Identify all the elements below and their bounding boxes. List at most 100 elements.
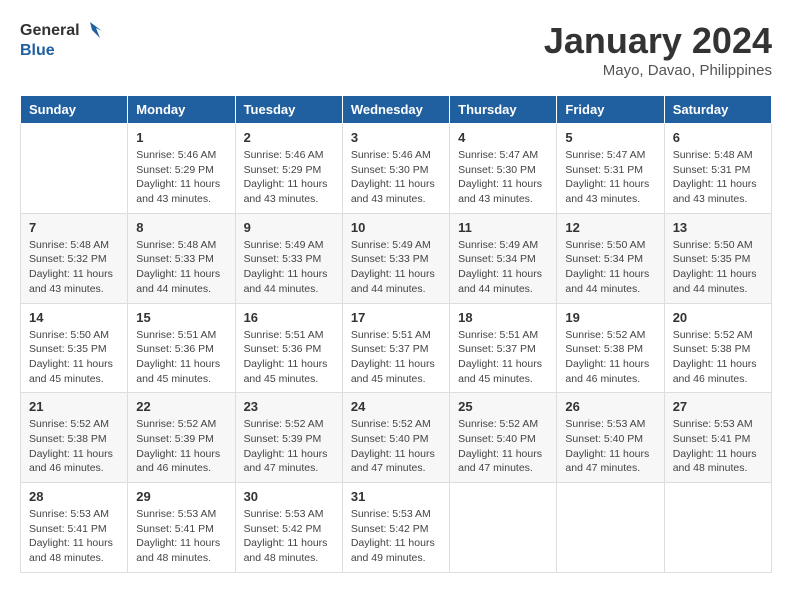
day-number: 8 [136, 220, 226, 235]
day-detail: Sunrise: 5:50 AMSunset: 5:35 PMDaylight:… [673, 238, 763, 297]
day-number: 22 [136, 399, 226, 414]
day-detail: Sunrise: 5:51 AMSunset: 5:36 PMDaylight:… [244, 328, 334, 387]
day-detail: Sunrise: 5:49 AMSunset: 5:34 PMDaylight:… [458, 238, 548, 297]
day-cell: 18 Sunrise: 5:51 AMSunset: 5:37 PMDayligh… [450, 303, 557, 393]
day-detail: Sunrise: 5:46 AMSunset: 5:29 PMDaylight:… [136, 148, 226, 207]
day-cell: 7 Sunrise: 5:48 AMSunset: 5:32 PMDaylight… [21, 213, 128, 303]
day-number: 26 [565, 399, 655, 414]
week-row-3: 14 Sunrise: 5:50 AMSunset: 5:35 PMDayligh… [21, 303, 772, 393]
day-cell: 21Sunrise: 5:52 AMSunset: 5:38 PMDayligh… [21, 393, 128, 483]
week-row-1: 1Sunrise: 5:46 AMSunset: 5:29 PMDaylight… [21, 124, 772, 214]
week-row-2: 7 Sunrise: 5:48 AMSunset: 5:32 PMDaylight… [21, 213, 772, 303]
day-detail: Sunrise: 5:49 AMSunset: 5:33 PMDaylight:… [244, 238, 334, 297]
day-cell: 27Sunrise: 5:53 AMSunset: 5:41 PMDayligh… [664, 393, 771, 483]
day-number: 14 [29, 310, 119, 325]
day-detail: Sunrise: 5:49 AMSunset: 5:33 PMDaylight:… [351, 238, 441, 297]
day-detail: Sunrise: 5:53 AMSunset: 5:40 PMDaylight:… [565, 417, 655, 476]
title-section: January 2024 Mayo, Davao, Philippines [544, 20, 772, 79]
day-detail: Sunrise: 5:52 AMSunset: 5:38 PMDaylight:… [29, 417, 119, 476]
logo: General Blue [20, 20, 104, 60]
day-number: 11 [458, 220, 548, 235]
day-detail: Sunrise: 5:51 AMSunset: 5:37 PMDaylight:… [351, 328, 441, 387]
day-cell: 12Sunrise: 5:50 AMSunset: 5:34 PMDayligh… [557, 213, 664, 303]
day-number: 17 [351, 310, 441, 325]
day-number: 12 [565, 220, 655, 235]
day-detail: Sunrise: 5:52 AMSunset: 5:40 PMDaylight:… [458, 417, 548, 476]
day-cell [450, 483, 557, 573]
logo-general: General [20, 22, 80, 40]
logo-arrow-icon [82, 20, 104, 42]
day-cell: 19 Sunrise: 5:52 AMSunset: 5:38 PMDayligh… [557, 303, 664, 393]
day-detail: Sunrise: 5:53 AMSunset: 5:42 PMDaylight:… [244, 507, 334, 566]
day-number: 5 [565, 130, 655, 145]
page-header: General Blue January 2024 Mayo, Davao, P… [20, 20, 772, 79]
day-detail: Sunrise: 5:48 AMSunset: 5:31 PMDaylight:… [673, 148, 763, 207]
day-number: 19 [565, 310, 655, 325]
day-number: 24 [351, 399, 441, 414]
day-number: 2 [244, 130, 334, 145]
day-cell: 23Sunrise: 5:52 AMSunset: 5:39 PMDayligh… [235, 393, 342, 483]
calendar-header-row: Sunday Monday Tuesday Wednesday Thursday… [21, 96, 772, 124]
day-cell: 9 Sunrise: 5:49 AMSunset: 5:33 PMDaylight… [235, 213, 342, 303]
day-detail: Sunrise: 5:53 AMSunset: 5:41 PMDaylight:… [136, 507, 226, 566]
day-cell: 5 Sunrise: 5:47 AMSunset: 5:31 PMDaylight… [557, 124, 664, 214]
week-row-4: 21Sunrise: 5:52 AMSunset: 5:38 PMDayligh… [21, 393, 772, 483]
day-number: 4 [458, 130, 548, 145]
day-detail: Sunrise: 5:52 AMSunset: 5:39 PMDaylight:… [136, 417, 226, 476]
day-cell [557, 483, 664, 573]
day-cell: 3 Sunrise: 5:46 AMSunset: 5:30 PMDaylight… [342, 124, 449, 214]
day-detail: Sunrise: 5:52 AMSunset: 5:40 PMDaylight:… [351, 417, 441, 476]
day-cell: 31Sunrise: 5:53 AMSunset: 5:42 PMDayligh… [342, 483, 449, 573]
logo-wordmark: General Blue [20, 20, 104, 60]
day-detail: Sunrise: 5:47 AMSunset: 5:31 PMDaylight:… [565, 148, 655, 207]
day-cell: 2Sunrise: 5:46 AMSunset: 5:29 PMDaylight… [235, 124, 342, 214]
day-detail: Sunrise: 5:48 AMSunset: 5:32 PMDaylight:… [29, 238, 119, 297]
day-cell: 16 Sunrise: 5:51 AMSunset: 5:36 PMDayligh… [235, 303, 342, 393]
day-cell: 24 Sunrise: 5:52 AMSunset: 5:40 PMDayligh… [342, 393, 449, 483]
day-cell: 26 Sunrise: 5:53 AMSunset: 5:40 PMDayligh… [557, 393, 664, 483]
day-detail: Sunrise: 5:50 AMSunset: 5:35 PMDaylight:… [29, 328, 119, 387]
day-cell [21, 124, 128, 214]
col-sunday: Sunday [21, 96, 128, 124]
col-monday: Monday [128, 96, 235, 124]
day-detail: Sunrise: 5:46 AMSunset: 5:30 PMDaylight:… [351, 148, 441, 207]
day-cell: 28 Sunrise: 5:53 AMSunset: 5:41 PMDayligh… [21, 483, 128, 573]
location-subtitle: Mayo, Davao, Philippines [544, 62, 772, 79]
day-detail: Sunrise: 5:52 AMSunset: 5:38 PMDaylight:… [673, 328, 763, 387]
day-cell: 22 Sunrise: 5:52 AMSunset: 5:39 PMDayligh… [128, 393, 235, 483]
calendar-table: Sunday Monday Tuesday Wednesday Thursday… [20, 95, 772, 573]
day-cell: 29 Sunrise: 5:53 AMSunset: 5:41 PMDayligh… [128, 483, 235, 573]
day-cell: 6Sunrise: 5:48 AMSunset: 5:31 PMDaylight… [664, 124, 771, 214]
day-cell: 10Sunrise: 5:49 AMSunset: 5:33 PMDayligh… [342, 213, 449, 303]
day-detail: Sunrise: 5:51 AMSunset: 5:37 PMDaylight:… [458, 328, 548, 387]
day-number: 25 [458, 399, 548, 414]
day-detail: Sunrise: 5:52 AMSunset: 5:39 PMDaylight:… [244, 417, 334, 476]
day-detail: Sunrise: 5:52 AMSunset: 5:38 PMDaylight:… [565, 328, 655, 387]
col-thursday: Thursday [450, 96, 557, 124]
day-cell: 1Sunrise: 5:46 AMSunset: 5:29 PMDaylight… [128, 124, 235, 214]
day-cell: 17 Sunrise: 5:51 AMSunset: 5:37 PMDayligh… [342, 303, 449, 393]
day-number: 18 [458, 310, 548, 325]
day-detail: Sunrise: 5:48 AMSunset: 5:33 PMDaylight:… [136, 238, 226, 297]
day-detail: Sunrise: 5:51 AMSunset: 5:36 PMDaylight:… [136, 328, 226, 387]
day-number: 27 [673, 399, 763, 414]
day-number: 7 [29, 220, 119, 235]
day-detail: Sunrise: 5:47 AMSunset: 5:30 PMDaylight:… [458, 148, 548, 207]
day-cell: 13Sunrise: 5:50 AMSunset: 5:35 PMDayligh… [664, 213, 771, 303]
day-number: 29 [136, 489, 226, 504]
logo-blue: Blue [20, 42, 104, 60]
day-detail: Sunrise: 5:53 AMSunset: 5:41 PMDaylight:… [29, 507, 119, 566]
col-tuesday: Tuesday [235, 96, 342, 124]
day-number: 3 [351, 130, 441, 145]
day-number: 9 [244, 220, 334, 235]
col-wednesday: Wednesday [342, 96, 449, 124]
day-detail: Sunrise: 5:53 AMSunset: 5:42 PMDaylight:… [351, 507, 441, 566]
col-friday: Friday [557, 96, 664, 124]
day-cell: 30Sunrise: 5:53 AMSunset: 5:42 PMDayligh… [235, 483, 342, 573]
month-year-title: January 2024 [544, 20, 772, 62]
day-number: 16 [244, 310, 334, 325]
day-number: 28 [29, 489, 119, 504]
day-cell: 25 Sunrise: 5:52 AMSunset: 5:40 PMDayligh… [450, 393, 557, 483]
day-number: 20 [673, 310, 763, 325]
day-cell: 8 Sunrise: 5:48 AMSunset: 5:33 PMDaylight… [128, 213, 235, 303]
